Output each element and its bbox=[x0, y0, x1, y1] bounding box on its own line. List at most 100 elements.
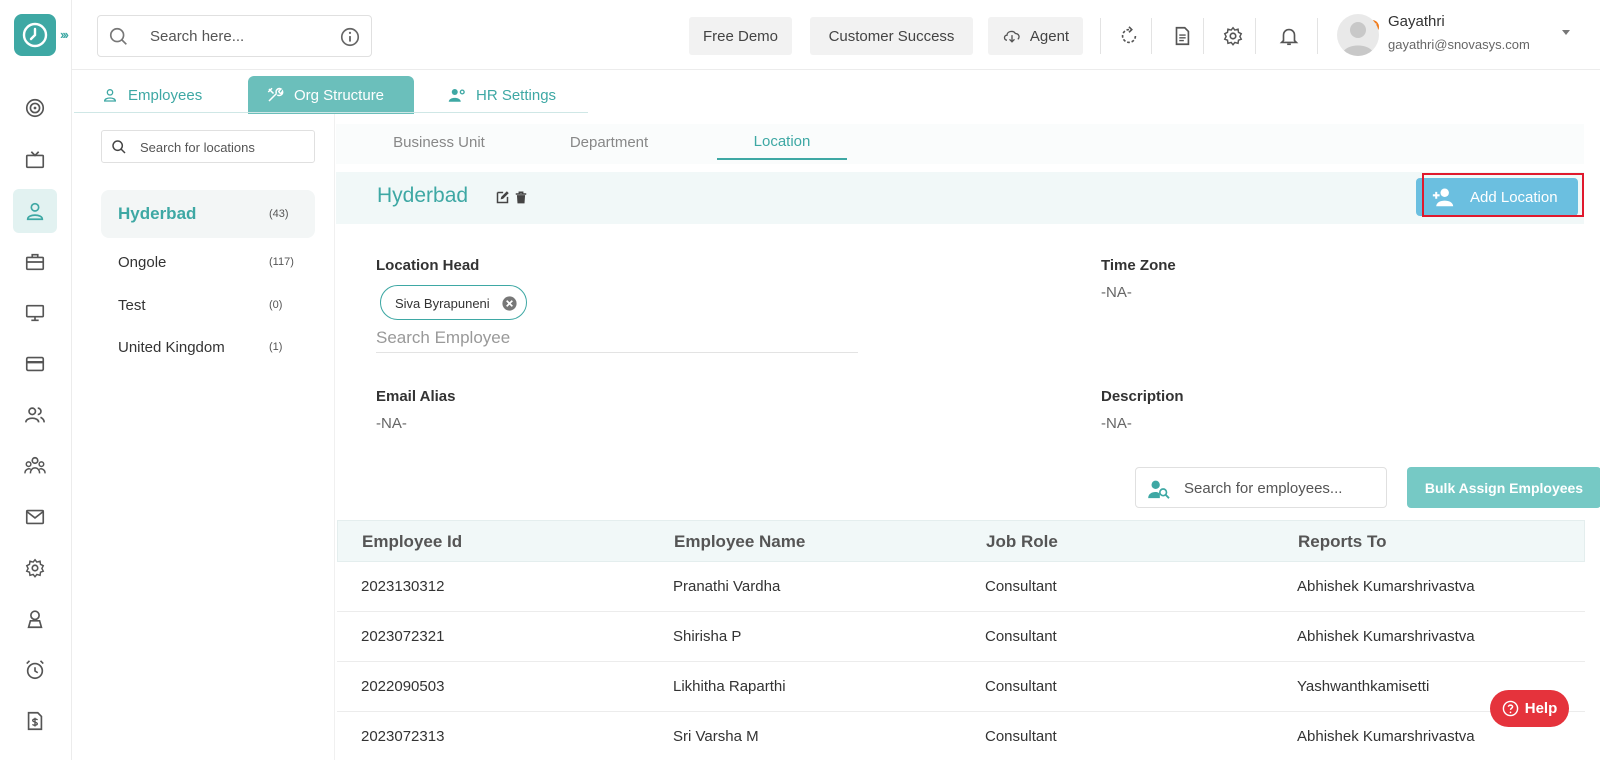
help-button[interactable]: Help bbox=[1490, 690, 1569, 727]
table-row[interactable]: 2023072321 Shirisha P Consultant Abhishe… bbox=[337, 612, 1585, 662]
nav-profile[interactable] bbox=[13, 597, 57, 641]
global-search-input[interactable]: Search here... bbox=[150, 28, 244, 45]
highlight-box bbox=[1422, 173, 1584, 217]
cell-employee-name: Likhitha Raparthi bbox=[673, 678, 786, 695]
cell-reports-to: Abhishek Kumarshrivastva bbox=[1297, 578, 1475, 595]
table-row[interactable]: 2022090503 Likhitha Raparthi Consultant … bbox=[337, 662, 1585, 712]
tab-hr-settings-label: HR Settings bbox=[476, 86, 557, 104]
documents-button[interactable] bbox=[1170, 24, 1194, 48]
tab-business-unit[interactable]: Business Unit bbox=[370, 124, 508, 160]
table-row[interactable]: 2023130312 Pranathi Vardha Consultant Ab… bbox=[337, 562, 1585, 612]
location-search[interactable]: Search for locations bbox=[101, 130, 315, 163]
nav-payments[interactable] bbox=[13, 342, 57, 386]
nav-tv[interactable] bbox=[13, 138, 57, 182]
cell-job-role: Consultant bbox=[985, 678, 1057, 695]
sub-tabs-bar bbox=[336, 124, 1584, 164]
nav-dashboard[interactable] bbox=[13, 86, 57, 130]
app-logo[interactable] bbox=[14, 14, 56, 56]
nav-monitor[interactable] bbox=[13, 291, 57, 335]
mail-icon bbox=[25, 509, 45, 525]
tabs-underline bbox=[74, 112, 588, 113]
edit-icon[interactable] bbox=[495, 190, 510, 205]
email-alias-label: Email Alias bbox=[376, 388, 456, 405]
notifications-button[interactable] bbox=[1277, 24, 1301, 48]
nav-invoices[interactable] bbox=[13, 699, 57, 743]
refresh-icon bbox=[1121, 26, 1137, 44]
location-item-test[interactable]: Test (0) bbox=[101, 281, 315, 329]
search-employee-input[interactable]: Search Employee bbox=[376, 326, 858, 353]
description-value: -NA- bbox=[1101, 415, 1132, 432]
info-icon[interactable] bbox=[339, 26, 361, 48]
remove-circle-icon[interactable] bbox=[501, 295, 518, 312]
tab-org-structure-label: Org Structure bbox=[294, 86, 385, 104]
tv-icon bbox=[25, 151, 45, 169]
location-item-united-kingdom[interactable]: United Kingdom (1) bbox=[101, 323, 315, 371]
alarm-clock-icon bbox=[26, 660, 44, 680]
users-icon bbox=[25, 407, 45, 423]
employee-search[interactable]: Search for employees... bbox=[1135, 467, 1387, 508]
nav-teams[interactable] bbox=[13, 444, 57, 488]
nav-assets[interactable] bbox=[13, 240, 57, 284]
tab-location[interactable]: Location bbox=[717, 124, 847, 160]
column-header: Employee Name bbox=[674, 532, 806, 551]
nav-timesheet[interactable] bbox=[13, 648, 57, 692]
column-header: Employee Id bbox=[362, 532, 463, 551]
avatar[interactable] bbox=[1337, 14, 1379, 56]
nav-settings[interactable] bbox=[13, 546, 57, 590]
cell-job-role: Consultant bbox=[985, 628, 1057, 645]
user-email: gayathri@snovasys.com bbox=[1388, 37, 1530, 52]
tab-department[interactable]: Department bbox=[540, 124, 678, 160]
divider bbox=[1203, 18, 1204, 54]
nav-hr[interactable] bbox=[13, 189, 57, 233]
nav-mail[interactable] bbox=[13, 495, 57, 539]
tab-employees[interactable]: Employees bbox=[74, 76, 238, 114]
location-head-chip[interactable]: Siva Byrapuneni bbox=[380, 285, 527, 320]
location-head-chip-label: Siva Byrapuneni bbox=[395, 296, 490, 311]
settings-gear-icon bbox=[1223, 26, 1243, 46]
bulk-assign-button[interactable]: Bulk Assign Employees bbox=[1407, 467, 1600, 508]
user-outline-icon bbox=[103, 89, 117, 102]
email-alias-value: -NA- bbox=[376, 415, 407, 432]
trash-icon[interactable] bbox=[514, 190, 528, 205]
tab-org-structure[interactable]: Org Structure bbox=[248, 76, 414, 114]
cell-employee-id: 2022090503 bbox=[361, 678, 445, 695]
user-menu-chevron-down-icon[interactable] bbox=[1562, 30, 1570, 35]
customer-success-button[interactable]: Customer Success bbox=[810, 17, 973, 55]
person-badge-icon bbox=[27, 610, 43, 629]
settings-button[interactable] bbox=[1221, 24, 1245, 48]
table-header: Employee Id Employee Name Job Role Repor… bbox=[337, 520, 1585, 562]
expand-nav-icon[interactable]: ››› bbox=[60, 27, 69, 42]
target-icon bbox=[25, 98, 45, 118]
tools-icon bbox=[267, 87, 284, 102]
user-icon bbox=[26, 202, 44, 221]
divider bbox=[1255, 18, 1256, 54]
global-search[interactable]: Search here... bbox=[97, 15, 372, 57]
bell-icon bbox=[1279, 28, 1299, 46]
panel-divider bbox=[334, 114, 335, 760]
cell-employee-name: Pranathi Vardha bbox=[673, 578, 781, 595]
tab-hr-settings[interactable]: HR Settings bbox=[424, 76, 588, 114]
column-header: Reports To bbox=[1298, 532, 1387, 551]
location-count: (0) bbox=[269, 299, 283, 311]
user-name: Gayathri bbox=[1388, 13, 1445, 30]
left-nav-rail: ››› bbox=[0, 0, 72, 760]
cloud-download-icon bbox=[1003, 30, 1020, 43]
location-search-input[interactable]: Search for locations bbox=[140, 140, 255, 155]
divider bbox=[1100, 18, 1101, 54]
nav-users[interactable] bbox=[13, 393, 57, 437]
employee-search-input[interactable]: Search for employees... bbox=[1184, 480, 1342, 497]
search-icon bbox=[109, 27, 127, 45]
free-demo-button[interactable]: Free Demo bbox=[689, 17, 792, 55]
user-settings-icon bbox=[448, 89, 465, 102]
agent-button[interactable]: Agent bbox=[988, 17, 1083, 55]
location-head-label: Location Head bbox=[376, 257, 480, 274]
location-count: (1) bbox=[269, 341, 283, 353]
monitor-icon bbox=[25, 304, 45, 322]
location-item-hyderbad[interactable]: Hyderbad (43) bbox=[101, 190, 315, 238]
location-name: Ongole bbox=[118, 253, 167, 271]
refresh-button[interactable] bbox=[1117, 24, 1141, 48]
agent-button-label: Agent bbox=[1029, 27, 1070, 45]
location-item-ongole[interactable]: Ongole (117) bbox=[101, 238, 315, 286]
table-row[interactable]: 2023072313 Sri Varsha M Consultant Abhis… bbox=[337, 712, 1585, 760]
time-zone-value: -NA- bbox=[1101, 284, 1132, 301]
